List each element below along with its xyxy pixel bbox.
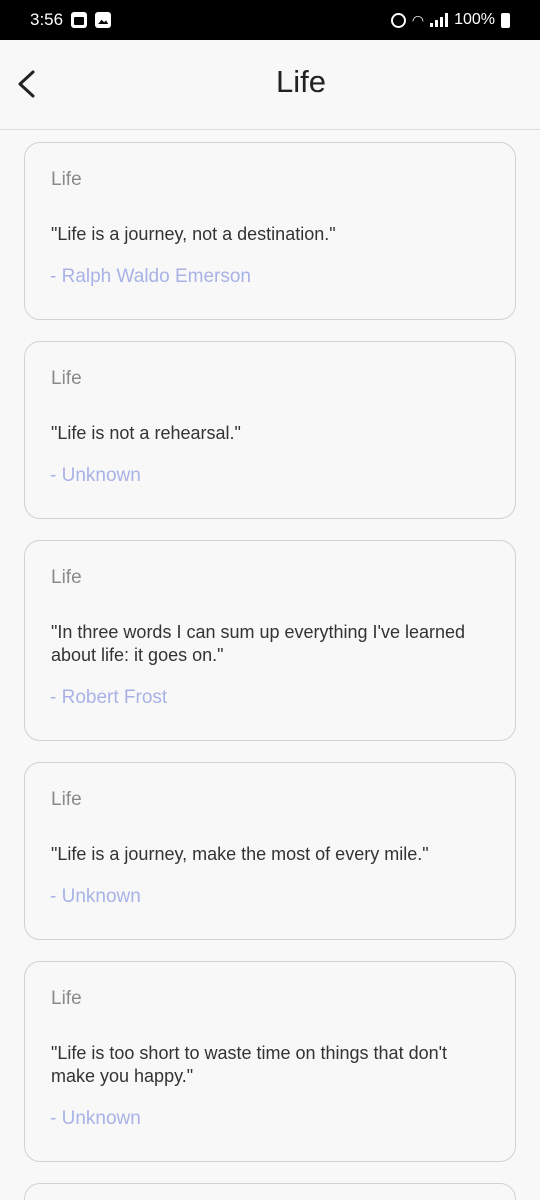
quote-text: "Life is too short to waste time on thin… (51, 1043, 448, 1086)
alarm-icon (390, 12, 406, 28)
status-bar: 3:56 ◠ 100% (0, 0, 540, 40)
quote-author: - Unknown (50, 465, 141, 486)
quote-card[interactable]: Life "Life is not a rehearsal." - Unknow… (24, 341, 516, 519)
quote-card[interactable]: Life "Life is a journey, not a destinati… (24, 142, 516, 320)
wifi-icon: ◠ (411, 11, 425, 28)
quote-text: "Life is not a rehearsal." (51, 423, 241, 443)
quote-list[interactable]: Life "Life is a journey, not a destinati… (0, 131, 540, 1200)
quote-category: Life (51, 988, 82, 1009)
battery-icon (501, 12, 510, 28)
quote-author: - Robert Frost (50, 687, 168, 708)
quote-category: Life (51, 567, 82, 588)
page-title: Life (276, 64, 326, 99)
app-bar: Life (0, 40, 540, 130)
quote-card[interactable]: Life "In three words I can sum up everyt… (24, 540, 516, 741)
quote-card[interactable]: Life "Life is a journey, make the most o… (24, 762, 516, 940)
status-time: 3:56 (30, 10, 64, 29)
quote-text: "Life is a journey, make the most of eve… (51, 844, 429, 864)
sim-card-icon (71, 12, 88, 28)
status-right: ◠ 100% (390, 11, 510, 29)
quote-card[interactable]: Life "Life is too short to waste time on… (24, 961, 516, 1162)
quote-card[interactable] (24, 1183, 516, 1200)
quote-author: - Ralph Waldo Emerson (50, 266, 251, 287)
quote-category: Life (51, 789, 82, 810)
gallery-notification-icon (95, 12, 112, 28)
quote-text: "In three words I can sum up everything … (51, 622, 466, 665)
quote-category: Life (51, 169, 82, 190)
signal-icon (430, 13, 449, 27)
status-left: 3:56 (30, 10, 112, 30)
quote-text: "Life is a journey, not a destination." (51, 224, 336, 244)
quote-category: Life (51, 368, 82, 389)
quote-author: - Unknown (50, 886, 141, 907)
battery-percent: 100% (454, 11, 495, 28)
quote-author: - Unknown (50, 1108, 141, 1129)
